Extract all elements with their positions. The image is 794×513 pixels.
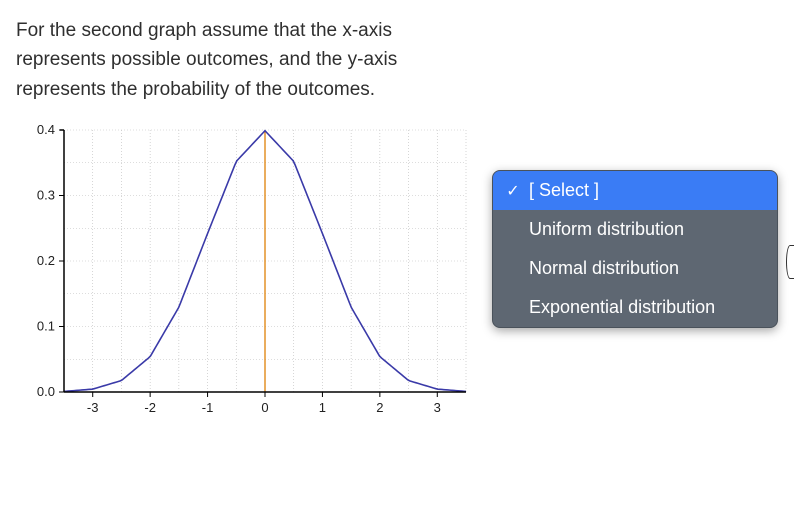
dropdown-option-exponential[interactable]: Exponential distribution <box>493 288 777 327</box>
svg-text:0.2: 0.2 <box>37 253 55 268</box>
svg-text:3: 3 <box>434 400 441 415</box>
svg-text:-1: -1 <box>202 400 214 415</box>
cutoff-indicator-icon <box>786 245 794 279</box>
content-row: 0.0 0.1 0.2 0.3 0.4 -3 -2 -1 0 1 2 3 ✓ [ Select ] U… <box>16 122 778 422</box>
answer-dropdown[interactable]: ✓ [ Select ] Uniform distribution Normal… <box>492 170 778 328</box>
dropdown-option-uniform[interactable]: Uniform distribution <box>493 210 777 249</box>
chart-container: 0.0 0.1 0.2 0.3 0.4 -3 -2 -1 0 1 2 3 <box>16 122 476 422</box>
dropdown-option-select[interactable]: ✓ [ Select ] <box>493 171 777 210</box>
dropdown-option-label: [ Select ] <box>529 180 763 201</box>
svg-text:0.4: 0.4 <box>37 122 55 137</box>
check-icon: ✓ <box>505 181 521 201</box>
dropdown-option-label: Uniform distribution <box>529 219 763 240</box>
svg-text:0: 0 <box>261 400 268 415</box>
dropdown-option-normal[interactable]: Normal distribution <box>493 249 777 288</box>
dropdown-option-label: Normal distribution <box>529 258 763 279</box>
svg-text:0.0: 0.0 <box>37 384 55 399</box>
svg-text:0.1: 0.1 <box>37 319 55 334</box>
svg-text:1: 1 <box>319 400 326 415</box>
svg-text:2: 2 <box>376 400 383 415</box>
svg-text:-3: -3 <box>87 400 99 415</box>
svg-text:0.3: 0.3 <box>37 188 55 203</box>
svg-text:-2: -2 <box>144 400 156 415</box>
question-text: For the second graph assume that the x-a… <box>16 16 456 104</box>
distribution-chart: 0.0 0.1 0.2 0.3 0.4 -3 -2 -1 0 1 2 3 <box>16 122 476 422</box>
dropdown-option-label: Exponential distribution <box>529 297 763 318</box>
